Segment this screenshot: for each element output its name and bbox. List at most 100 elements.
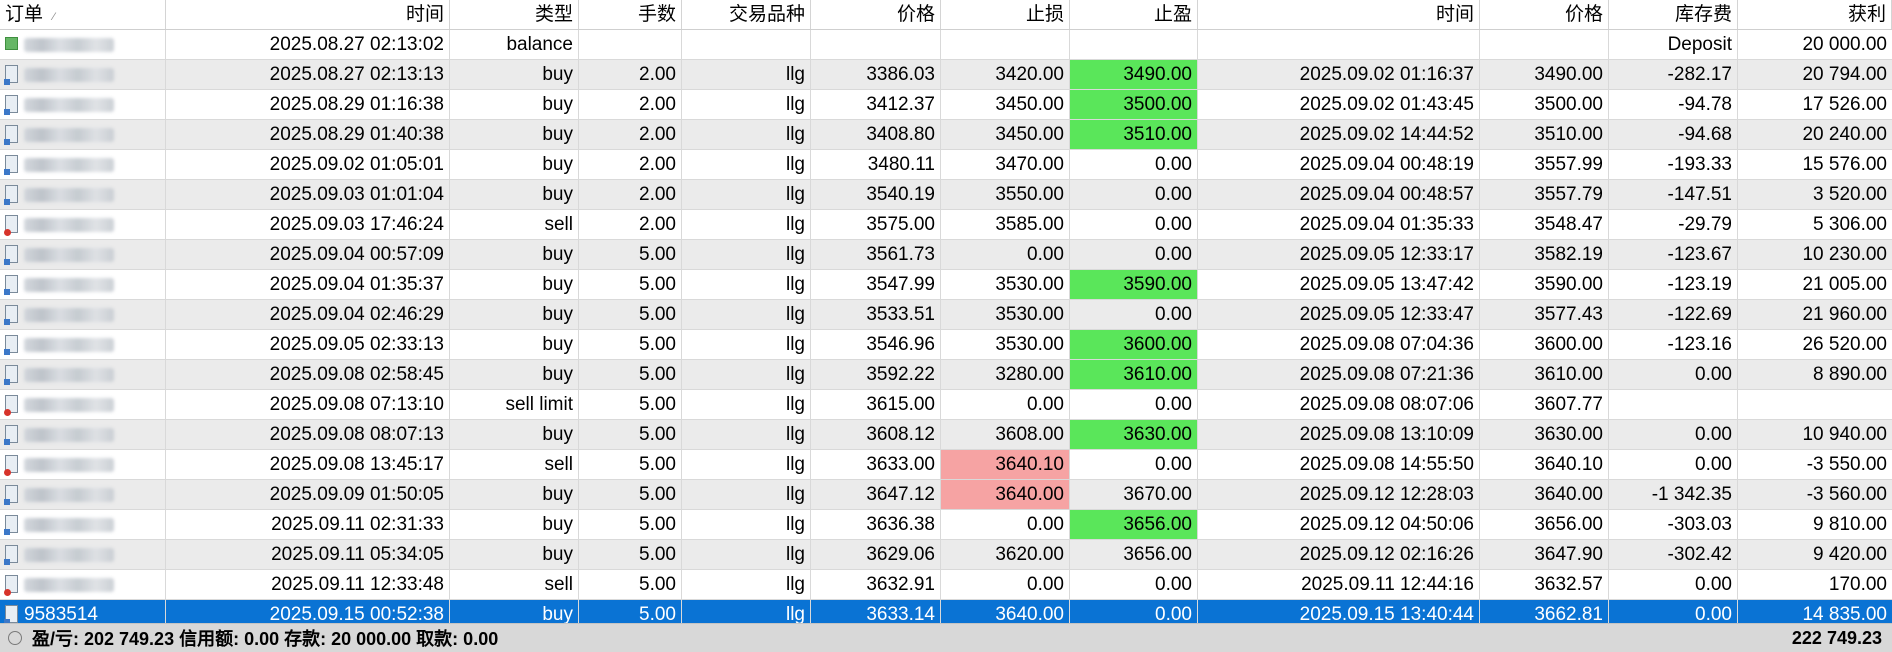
cell-open-time: 2025.09.11 02:31:33: [166, 510, 450, 539]
cell-close-price: 3647.90: [1480, 540, 1609, 569]
column-header-close-price[interactable]: 价格: [1480, 0, 1609, 29]
cell-sl: 3530.00: [941, 270, 1070, 299]
cell-close-price: 3582.19: [1480, 240, 1609, 269]
redacted-order-number: [24, 67, 114, 82]
cell-lots: 5.00: [579, 300, 682, 329]
table-row[interactable]: 2025.09.03 01:01:04 buy 2.00 llg 3540.19 3550…: [0, 180, 1892, 210]
cell-open-time: 2025.09.04 00:57:09: [166, 240, 450, 269]
cell-type: balance: [450, 30, 579, 59]
cell-sl: [941, 30, 1070, 59]
cell-lots: 2.00: [579, 210, 682, 239]
cell-swap: -303.03: [1609, 510, 1738, 539]
cell-close-price: 3630.00: [1480, 420, 1609, 449]
column-header-open-time[interactable]: 时间: [166, 0, 450, 29]
column-header-price[interactable]: 价格: [811, 0, 941, 29]
cell-lots: 5.00: [579, 360, 682, 389]
sell-order-icon: [4, 394, 18, 416]
table-row[interactable]: 2025.09.11 12:33:48 sell 5.00 llg 3632.91 0.0…: [0, 570, 1892, 600]
cell-close-time: 2025.09.05 12:33:17: [1198, 240, 1480, 269]
table-row[interactable]: 2025.08.29 01:40:38 buy 2.00 llg 3408.80 3450…: [0, 120, 1892, 150]
column-header-close-time[interactable]: 时间: [1198, 0, 1480, 29]
table-row[interactable]: 2025.09.04 02:46:29 buy 5.00 llg 3533.51 3530…: [0, 300, 1892, 330]
table-row[interactable]: 2025.09.09 01:50:05 buy 5.00 llg 3647.12 3640…: [0, 480, 1892, 510]
cell-type: buy: [450, 510, 579, 539]
cell-price: 3592.22: [811, 360, 941, 389]
column-header-profit[interactable]: 获利: [1738, 0, 1892, 29]
buy-order-icon: [4, 124, 18, 145]
cell-swap: 0.00: [1609, 420, 1738, 449]
cell-close-price: 3548.47: [1480, 210, 1609, 239]
redacted-order-number: [24, 577, 114, 592]
table-row[interactable]: 2025.09.08 13:45:17 sell 5.00 llg 3633.00 364…: [0, 450, 1892, 480]
cell-tp: 3670.00: [1070, 480, 1198, 509]
table-row[interactable]: 2025.09.08 07:13:10 sell limit 5.00 llg 3615…: [0, 390, 1892, 420]
cell-tp: [1070, 30, 1198, 59]
cell-price: 3412.37: [811, 90, 941, 119]
cell-close-price: 3590.00: [1480, 270, 1609, 299]
cell-tp: 0.00: [1070, 210, 1198, 239]
column-header-tp[interactable]: 止盈: [1070, 0, 1198, 29]
table-row[interactable]: 2025.09.08 02:58:45 buy 5.00 llg 3592.22 3280…: [0, 360, 1892, 390]
column-header-sl[interactable]: 止损: [941, 0, 1070, 29]
cell-sl: 3608.00: [941, 420, 1070, 449]
cell-lots: 5.00: [579, 540, 682, 569]
cell-type: buy: [450, 420, 579, 449]
cell-tp: 3600.00: [1070, 330, 1198, 359]
table-row[interactable]: 2025.09.03 17:46:24 sell 2.00 llg 3575.00 358…: [0, 210, 1892, 240]
column-header-lots[interactable]: 手数: [579, 0, 682, 29]
redacted-order-number: [24, 337, 114, 352]
balance-icon: [5, 37, 18, 51]
column-header-symbol[interactable]: 交易品种: [682, 0, 811, 29]
cell-type: buy: [450, 240, 579, 269]
cell-order: [0, 150, 166, 179]
cell-swap: 0.00: [1609, 450, 1738, 479]
column-header-order[interactable]: 订单 ⁄: [0, 0, 166, 29]
table-row[interactable]: 2025.09.08 08:07:13 buy 5.00 llg 3608.12 3608…: [0, 420, 1892, 450]
table-row[interactable]: 2025.08.27 02:13:02 balance Deposit 20 000.…: [0, 30, 1892, 60]
cell-profit: 21 005.00: [1802, 274, 1887, 295]
table-row[interactable]: 2025.09.04 00:57:09 buy 5.00 llg 3561.73 0.00…: [0, 240, 1892, 270]
column-header-type[interactable]: 类型: [450, 0, 579, 29]
cell-tp: 0.00: [1070, 240, 1198, 269]
table-row[interactable]: 2025.08.27 02:13:13 buy 2.00 llg 3386.03 3420…: [0, 60, 1892, 90]
cell-sl: 0.00: [941, 570, 1070, 599]
cell-order: [0, 360, 166, 389]
cell-symbol: llg: [682, 180, 811, 209]
cell-close-time: 2025.09.08 07:21:36: [1198, 360, 1480, 389]
redacted-order-number: [24, 247, 114, 262]
cell-sl: 3640.10: [941, 450, 1070, 479]
cell-profit: 9 810.00: [1813, 514, 1887, 535]
cell-close-price: 3577.43: [1480, 300, 1609, 329]
table-header: 订单 ⁄ 时间 类型 手数 交易品种 价格 止损 止盈 时间 价格 库存费 获利: [0, 0, 1892, 30]
cell-price: 3647.12: [811, 480, 941, 509]
cell-order: [0, 450, 166, 479]
cell-profit: -3 560.00: [1806, 484, 1887, 505]
cell-close-price: 3500.00: [1480, 90, 1609, 119]
cell-swap: -302.42: [1609, 540, 1738, 569]
column-header-swap[interactable]: 库存费: [1609, 0, 1738, 29]
table-row[interactable]: 2025.09.11 02:31:33 buy 5.00 llg 3636.38 0.00…: [0, 510, 1892, 540]
cell-order: [0, 180, 166, 209]
table-row[interactable]: 2025.09.05 02:33:13 buy 5.00 llg 3546.96 3530…: [0, 330, 1892, 360]
cell-price: 3480.11: [811, 150, 941, 179]
cell-sl: 3450.00: [941, 90, 1070, 119]
cell-lots: 5.00: [579, 570, 682, 599]
cell-swap: -29.79: [1609, 210, 1738, 239]
cell-close-time: 2025.09.04 01:35:33: [1198, 210, 1480, 239]
cell-open-time: 2025.08.27 02:13:02: [166, 30, 450, 59]
cell-symbol: llg: [682, 120, 811, 149]
cell-order: [0, 300, 166, 329]
cell-open-time: 2025.09.03 17:46:24: [166, 210, 450, 239]
redacted-order-number: [24, 457, 114, 472]
cell-symbol: llg: [682, 450, 811, 479]
cell-lots: 5.00: [579, 240, 682, 269]
cell-close-price: 3490.00: [1480, 60, 1609, 89]
order-number: 9583514: [24, 604, 98, 625]
sort-indicator-icon: ⁄: [53, 11, 55, 23]
cell-open-time: 2025.08.29 01:40:38: [166, 120, 450, 149]
table-row[interactable]: 2025.09.04 01:35:37 buy 5.00 llg 3547.99 3530…: [0, 270, 1892, 300]
table-row[interactable]: 2025.08.29 01:16:38 buy 2.00 llg 3412.37 3450…: [0, 90, 1892, 120]
sell-order-icon: [4, 574, 18, 596]
table-row[interactable]: 2025.09.02 01:05:01 buy 2.00 llg 3480.11 3470…: [0, 150, 1892, 180]
table-row[interactable]: 2025.09.11 05:34:05 buy 5.00 llg 3629.06 3620…: [0, 540, 1892, 570]
